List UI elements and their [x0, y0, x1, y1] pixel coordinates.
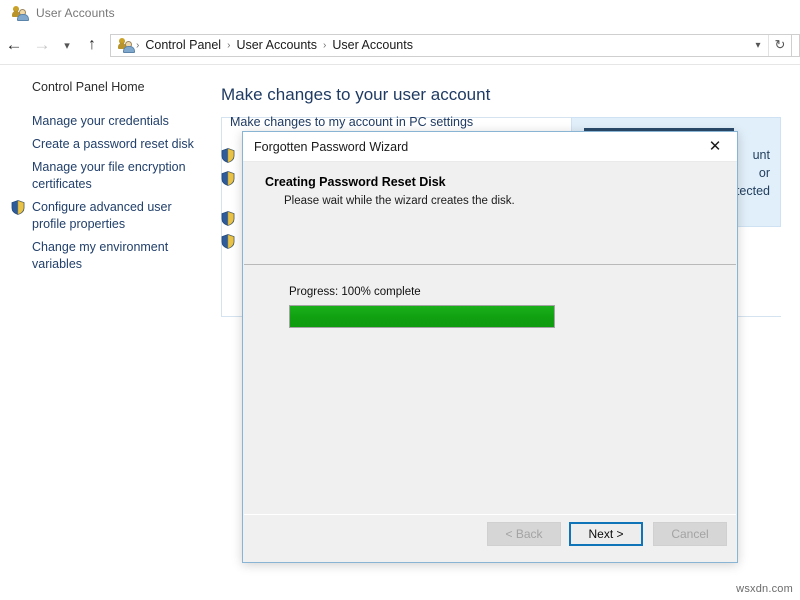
uac-shield-icon [221, 211, 235, 226]
dialog-footer: < Back Next > Cancel [244, 514, 736, 561]
address-users-icon [118, 38, 135, 53]
dialog-subheading: Please wait while the wizard creates the… [284, 195, 515, 207]
uac-shield-icon [221, 171, 235, 186]
sidebar-item-create-password-reset-disk[interactable]: Create a password reset disk [32, 136, 204, 153]
page-title: Make changes to your user account [221, 85, 490, 105]
next-button[interactable]: Next > [569, 522, 643, 546]
breadcrumb-item-control-panel[interactable]: Control Panel [140, 38, 226, 52]
sidebar-item-advanced-user-profile[interactable]: Configure advanced user profile properti… [32, 199, 204, 233]
dialog-body: Progress: 100% complete [244, 266, 736, 515]
uac-shield-icon [221, 148, 235, 163]
sidebar-item-label: Create a password reset disk [32, 137, 194, 151]
explorer-window: User Accounts ← → ▾ ↑ › Control Panel › … [0, 0, 800, 600]
uac-shield-icon [221, 234, 235, 249]
address-dropdown-icon[interactable]: ▾ [748, 35, 768, 56]
cancel-button[interactable]: Cancel [653, 522, 727, 546]
breadcrumb-item-user-accounts[interactable]: User Accounts [231, 38, 322, 52]
back-arrow-icon[interactable]: ← [0, 30, 28, 60]
sidebar-item-label: Change my environment variables [32, 240, 168, 271]
sidebar-item-label: Manage your credentials [32, 114, 169, 128]
search-input[interactable] [792, 34, 800, 57]
forward-arrow-icon: → [28, 30, 56, 60]
content-subheading: Make changes to my account in PC setting… [230, 115, 473, 129]
progress-label: Progress: 100% complete [289, 286, 421, 298]
chevron-down-icon[interactable]: ▾ [56, 30, 78, 60]
watermark: wsxdn.com [736, 583, 793, 595]
sidebar: Control Panel Home Manage your credentia… [0, 65, 212, 600]
progress-bar [289, 305, 555, 328]
sidebar-item-label: Configure advanced user profile properti… [32, 200, 172, 231]
sidebar-item-label: Manage your file encryption certificates [32, 160, 186, 191]
sidebar-item-environment-variables[interactable]: Change my environment variables [32, 239, 204, 273]
breadcrumb: › Control Panel › User Accounts › User A… [135, 38, 748, 52]
sidebar-item-file-encryption-certificates[interactable]: Manage your file encryption certificates [32, 159, 204, 193]
navigation-bar: ← → ▾ ↑ › Control Panel › User Accounts … [0, 26, 800, 65]
sidebar-links: Manage your credentials Create a passwor… [32, 113, 204, 279]
forgotten-password-wizard-dialog: Forgotten Password Wizard ✕ Creating Pas… [242, 131, 738, 563]
window-tab-user-accounts[interactable]: User Accounts [6, 0, 125, 26]
users-icon [12, 6, 29, 21]
window-tab-label: User Accounts [36, 6, 115, 20]
dialog-title: Forgotten Password Wizard [254, 140, 408, 154]
sidebar-item-manage-credentials[interactable]: Manage your credentials [32, 113, 204, 130]
dialog-header: Creating Password Reset Disk Please wait… [244, 162, 736, 265]
dialog-heading: Creating Password Reset Disk [265, 175, 446, 189]
back-button[interactable]: < Back [487, 522, 561, 546]
progress-bar-fill [290, 306, 554, 327]
refresh-icon[interactable]: ↻ [768, 35, 791, 56]
breadcrumb-item-user-accounts-2[interactable]: User Accounts [327, 38, 418, 52]
up-arrow-icon[interactable]: ↑ [78, 30, 106, 60]
address-bar-tools: ▾ ↻ [748, 35, 791, 56]
sidebar-item-control-panel-home[interactable]: Control Panel Home [32, 80, 145, 94]
uac-shield-icon [11, 200, 25, 215]
address-bar[interactable]: › Control Panel › User Accounts › User A… [110, 34, 792, 57]
window-titlebar: User Accounts [0, 0, 800, 27]
dialog-titlebar: Forgotten Password Wizard ✕ [243, 132, 737, 162]
close-icon[interactable]: ✕ [693, 132, 737, 161]
